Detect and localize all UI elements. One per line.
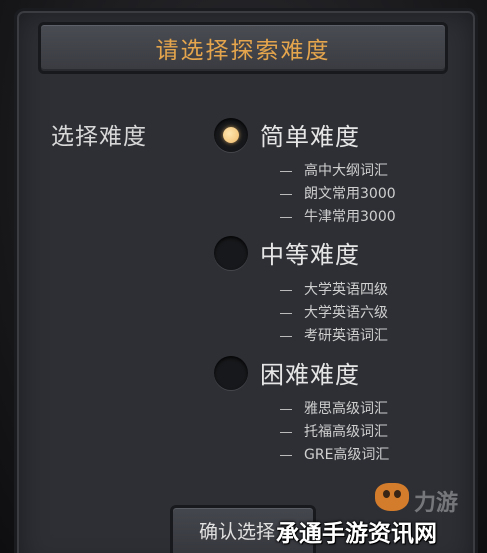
dash-mark	[280, 454, 292, 456]
dialog-title: 请选择探索难度	[155, 38, 331, 64]
dash-mark	[280, 216, 292, 218]
dash-mark	[280, 170, 292, 172]
option-detail-item: 朗文常用3000	[280, 183, 396, 203]
radio-button-easy[interactable]	[214, 118, 248, 152]
option-detail-item: GRE高级词汇	[280, 444, 389, 464]
radio-button-hard[interactable]	[214, 356, 248, 390]
dash-mark	[280, 335, 292, 337]
option-title-hard: 困难难度	[260, 361, 360, 389]
dash-mark	[280, 408, 292, 410]
confirm-button[interactable]: 确认选择	[170, 505, 316, 553]
option-detail-item: 考研英语词汇	[280, 325, 388, 345]
option-detail-item: 大学英语四级	[280, 279, 388, 299]
confirm-button-label: 确认选择	[199, 521, 276, 543]
dash-mark	[280, 193, 292, 195]
dash-mark	[280, 289, 292, 291]
difficulty-field-label: 选择难度	[51, 124, 147, 150]
option-detail-item: 大学英语六级	[280, 302, 388, 322]
dash-mark	[280, 431, 292, 433]
dialog-title-bar: 请选择探索难度	[38, 22, 448, 74]
game-screen: 请选择探索难度 选择难度 简单难度 高中大纲词汇 朗文常用3000 牛津常用30…	[0, 0, 487, 553]
option-detail-item: 牛津常用3000	[280, 206, 396, 226]
radio-selected-dot	[223, 127, 239, 143]
difficulty-dialog	[14, 8, 478, 553]
option-title-medium: 中等难度	[260, 241, 360, 269]
radio-button-medium[interactable]	[214, 236, 248, 270]
option-detail-item: 高中大纲词汇	[280, 160, 388, 180]
dash-mark	[280, 312, 292, 314]
option-title-easy: 简单难度	[260, 123, 360, 151]
option-detail-item: 雅思高级词汇	[280, 398, 388, 418]
option-detail-item: 托福高级词汇	[280, 421, 388, 441]
